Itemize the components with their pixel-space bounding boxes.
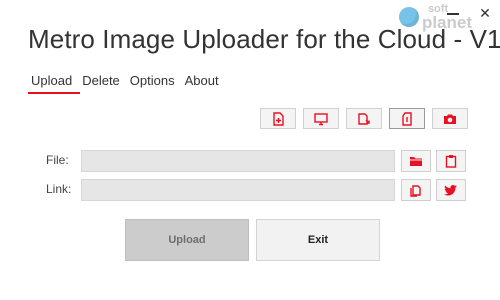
browse-file-button[interactable] bbox=[401, 150, 431, 172]
upload-button[interactable]: Upload bbox=[125, 219, 249, 261]
tab-bar: Upload Delete Options About bbox=[28, 72, 225, 92]
window-title: Metro Image Uploader for the Cloud - V1.… bbox=[28, 24, 500, 54]
document-icon bbox=[402, 111, 412, 126]
copy-link-icon bbox=[410, 185, 421, 197]
minimize-button[interactable] bbox=[446, 6, 460, 20]
tab-about[interactable]: About bbox=[181, 72, 225, 92]
clipboard-file-icon bbox=[358, 112, 370, 125]
copy-link-button[interactable] bbox=[401, 179, 431, 201]
twitter-icon bbox=[444, 185, 457, 196]
link-label: Link: bbox=[46, 182, 72, 196]
add-file-button[interactable] bbox=[260, 108, 296, 129]
close-icon: ✕ bbox=[479, 5, 491, 21]
folder-icon bbox=[410, 157, 422, 166]
document-button[interactable] bbox=[389, 108, 425, 129]
file-path-input[interactable] bbox=[81, 150, 395, 172]
clipboard-file-button[interactable] bbox=[346, 108, 382, 129]
exit-button[interactable]: Exit bbox=[256, 219, 380, 261]
clipboard-icon bbox=[445, 155, 457, 168]
tab-upload[interactable]: Upload bbox=[28, 72, 78, 92]
file-row: File: bbox=[0, 150, 500, 172]
file-label: File: bbox=[46, 153, 69, 167]
active-tab-indicator bbox=[28, 92, 80, 94]
toolbar bbox=[260, 108, 468, 129]
close-button[interactable]: ✕ bbox=[478, 6, 492, 20]
window-controls: ✕ bbox=[446, 6, 492, 20]
screenshot-button[interactable] bbox=[303, 108, 339, 129]
tab-options[interactable]: Options bbox=[126, 72, 181, 92]
paste-clipboard-button[interactable] bbox=[436, 150, 466, 172]
tab-delete[interactable]: Delete bbox=[78, 72, 126, 92]
webcam-button[interactable] bbox=[432, 108, 468, 129]
camera-icon bbox=[444, 114, 456, 124]
share-twitter-button[interactable] bbox=[436, 179, 466, 201]
app-window: Metro Image Uploader for the Cloud - V1.… bbox=[0, 0, 500, 300]
link-url-input[interactable] bbox=[81, 179, 395, 201]
monitor-icon bbox=[314, 112, 328, 125]
link-row: Link: bbox=[0, 179, 500, 201]
add-file-icon bbox=[273, 111, 284, 126]
